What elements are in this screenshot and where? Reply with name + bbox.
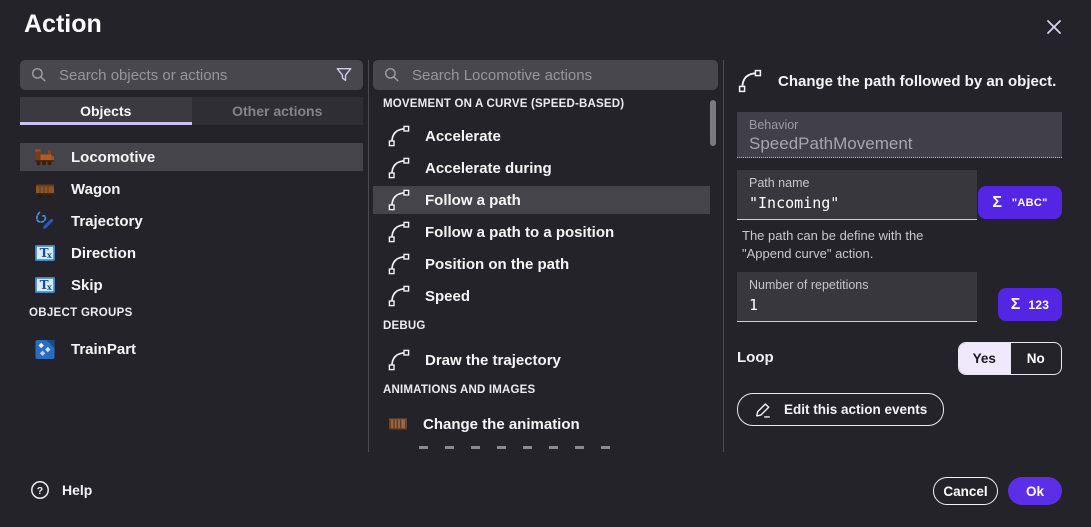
repetitions-field[interactable]: Number of repetitions 1 — [737, 272, 977, 322]
object-item-locomotive[interactable]: Locomotive — [20, 143, 363, 171]
film-icon — [387, 413, 409, 435]
object-group-icon — [34, 338, 56, 360]
loop-no-option[interactable]: No — [1010, 343, 1062, 374]
tab-other-actions[interactable]: Other actions — [192, 97, 364, 125]
loop-toggle: Yes No — [958, 342, 1062, 375]
text-object-icon — [34, 242, 56, 264]
object-item-direction[interactable]: Direction — [20, 239, 363, 267]
curve-icon — [387, 188, 411, 212]
wagon-icon — [34, 178, 56, 200]
help-link[interactable]: Help — [30, 480, 92, 500]
behavior-field: Behavior SpeedPathMovement — [737, 112, 1062, 158]
curve-icon — [387, 124, 411, 148]
action-label: Follow a path — [425, 192, 521, 209]
action-label: Accelerate — [425, 128, 501, 145]
close-icon[interactable] — [1042, 15, 1066, 39]
curve-icon — [387, 252, 411, 276]
expression-editor-string-button[interactable]: Σ "ABC" — [978, 186, 1062, 219]
edit-action-events-button[interactable]: Edit this action events — [737, 393, 944, 426]
objects-search-input[interactable] — [57, 66, 326, 85]
scrollbar-thumb[interactable] — [710, 100, 716, 146]
tab-objects[interactable]: Objects — [20, 97, 192, 125]
sigma-icon: Σ — [1011, 296, 1021, 314]
behavior-field-value: SpeedPathMovement — [749, 134, 1050, 154]
action-item-accelerate-during[interactable]: Accelerate during — [373, 154, 710, 182]
repetitions-label: Number of repetitions — [749, 278, 965, 292]
123-label: 123 — [1028, 298, 1049, 312]
object-label: Wagon — [71, 181, 120, 198]
repetitions-value[interactable]: 1 — [749, 296, 965, 314]
action-item-follow-a-path[interactable]: Follow a path — [373, 186, 710, 214]
object-label: Locomotive — [71, 149, 155, 166]
objects-search[interactable] — [20, 60, 363, 90]
action-item-draw-the-trajectory[interactable]: Draw the trajectory — [373, 346, 710, 374]
tab-objects-label: Objects — [80, 103, 131, 119]
object-item-wagon[interactable]: Wagon — [20, 175, 363, 203]
object-tabs: Objects Other actions — [20, 97, 363, 125]
text-object-icon — [34, 274, 56, 296]
section-header: DEBUG — [383, 320, 718, 334]
locomotive-icon — [34, 146, 56, 168]
curve-icon — [387, 284, 411, 308]
loop-label: Loop — [737, 349, 774, 366]
object-label: Skip — [71, 277, 103, 294]
expression-editor-number-button[interactable]: Σ 123 — [998, 288, 1062, 321]
object-item-trajectory[interactable]: Trajectory — [20, 207, 363, 235]
ok-button[interactable]: Ok — [1008, 477, 1062, 505]
sigma-icon: Σ — [992, 194, 1002, 212]
object-label: TrainPart — [71, 341, 136, 358]
action-item-position-on-the-path[interactable]: Position on the path — [373, 250, 710, 278]
loop-yes-option[interactable]: Yes — [959, 343, 1010, 374]
trajectory-icon — [34, 210, 56, 232]
action-label: Speed — [425, 288, 470, 305]
object-list: Locomotive Wagon Trajectory Direction Sk… — [20, 143, 363, 367]
pencil-icon — [754, 400, 773, 419]
action-label: Follow a path to a position — [425, 224, 614, 241]
action-list: MOVEMENT ON A CURVE (SPEED-BASED) Accele… — [373, 92, 718, 450]
cancel-button[interactable]: Cancel — [933, 477, 998, 505]
path-help-text: The path can be define with the "Append … — [742, 227, 1002, 263]
help-icon — [30, 480, 50, 500]
actions-search-input[interactable] — [410, 66, 708, 85]
clipped-action-item — [419, 446, 619, 449]
object-groups-header: OBJECT GROUPS — [29, 307, 363, 323]
action-item-change-the-animation[interactable]: Change the animation — [373, 410, 710, 438]
path-name-label: Path name — [749, 176, 965, 190]
object-item-trainpart[interactable]: TrainPart — [20, 335, 363, 363]
curve-icon — [387, 220, 411, 244]
edit-action-events-label: Edit this action events — [784, 402, 927, 417]
action-dialog: Action Objects Other actions Locomotive … — [0, 0, 1091, 527]
abc-label: "ABC" — [1012, 197, 1048, 209]
action-description-text: Change the path followed by an object. — [778, 68, 1056, 92]
panel-divider — [723, 60, 724, 452]
search-icon — [383, 66, 401, 84]
curve-icon — [387, 348, 411, 372]
action-item-speed[interactable]: Speed — [373, 282, 710, 310]
search-icon — [30, 66, 48, 84]
action-item-follow-a-path-to-a-position[interactable]: Follow a path to a position — [373, 218, 710, 246]
action-description: Change the path followed by an object. — [737, 68, 1067, 94]
actions-search[interactable] — [373, 60, 718, 90]
object-label: Direction — [71, 245, 136, 262]
object-item-skip[interactable]: Skip — [20, 271, 363, 299]
path-name-field[interactable]: Path name "Incoming" — [737, 170, 977, 220]
dialog-title: Action — [24, 10, 102, 39]
action-label: Position on the path — [425, 256, 569, 273]
section-header: ANIMATIONS AND IMAGES — [383, 384, 718, 398]
object-label: Trajectory — [71, 213, 143, 230]
behavior-field-label: Behavior — [749, 118, 1050, 132]
panel-divider — [368, 60, 369, 452]
path-name-value[interactable]: "Incoming" — [749, 194, 965, 212]
action-label: Draw the trajectory — [425, 352, 561, 369]
tab-other-actions-label: Other actions — [232, 103, 322, 119]
curve-icon — [387, 156, 411, 180]
section-header: MOVEMENT ON A CURVE (SPEED-BASED) — [383, 98, 718, 112]
curve-icon — [737, 68, 763, 94]
action-item-accelerate[interactable]: Accelerate — [373, 122, 710, 150]
filter-icon[interactable] — [335, 66, 353, 84]
action-label: Change the animation — [423, 416, 580, 433]
help-label: Help — [62, 482, 92, 498]
action-label: Accelerate during — [425, 160, 552, 177]
